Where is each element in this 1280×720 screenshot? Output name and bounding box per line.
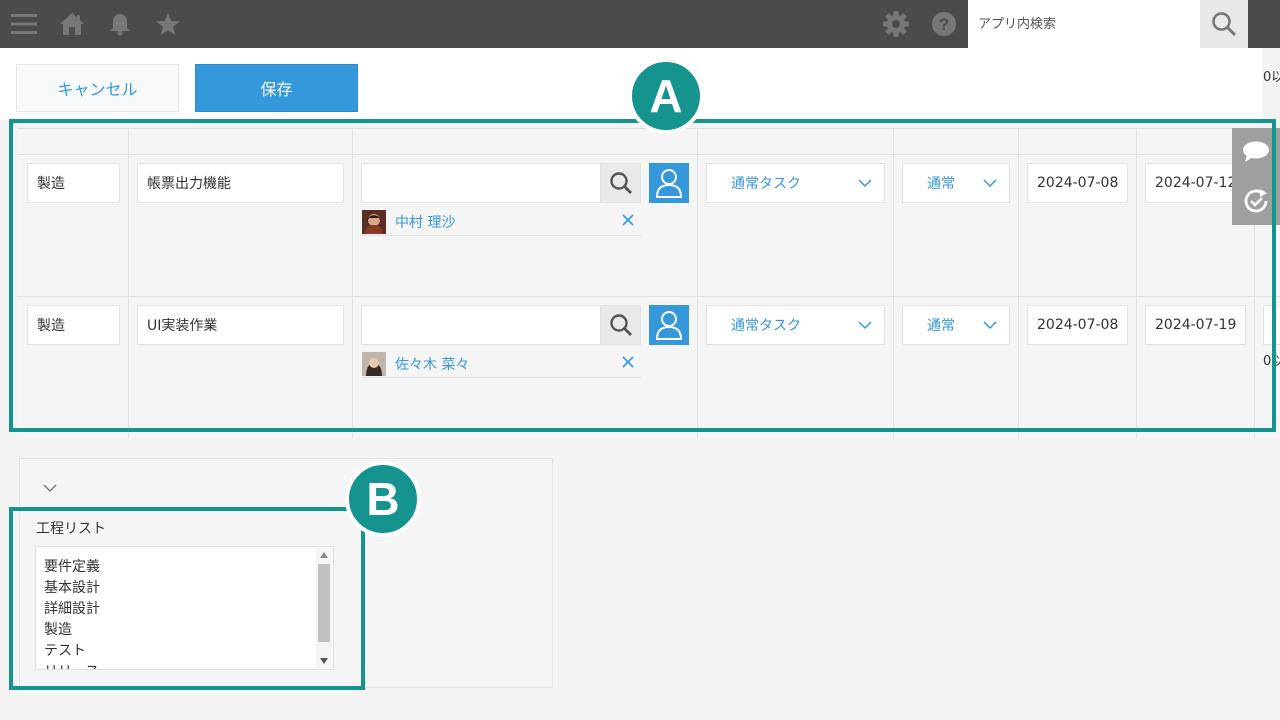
truncated-label: 0以 [1263,70,1280,85]
home-icon[interactable] [56,8,88,40]
search-button[interactable] [1200,0,1248,48]
top-navigation-bar: ? [0,0,1280,48]
chevron-down-icon[interactable] [42,480,58,496]
gear-icon[interactable] [880,8,912,40]
help-icon[interactable]: ? [928,8,960,40]
annotation-badge-b: B [345,461,421,537]
annotation-box-b [9,507,365,690]
app-search-input[interactable] [968,0,1200,48]
bell-icon[interactable] [104,8,136,40]
cancel-button[interactable]: キャンセル [16,64,179,112]
annotation-badge-a: A [628,58,704,134]
menu-icon[interactable] [8,8,40,40]
search-icon [1212,12,1237,37]
star-icon[interactable] [152,8,184,40]
svg-text:?: ? [939,15,949,34]
save-button[interactable]: 保存 [195,64,358,112]
annotation-box-a [9,119,1276,432]
